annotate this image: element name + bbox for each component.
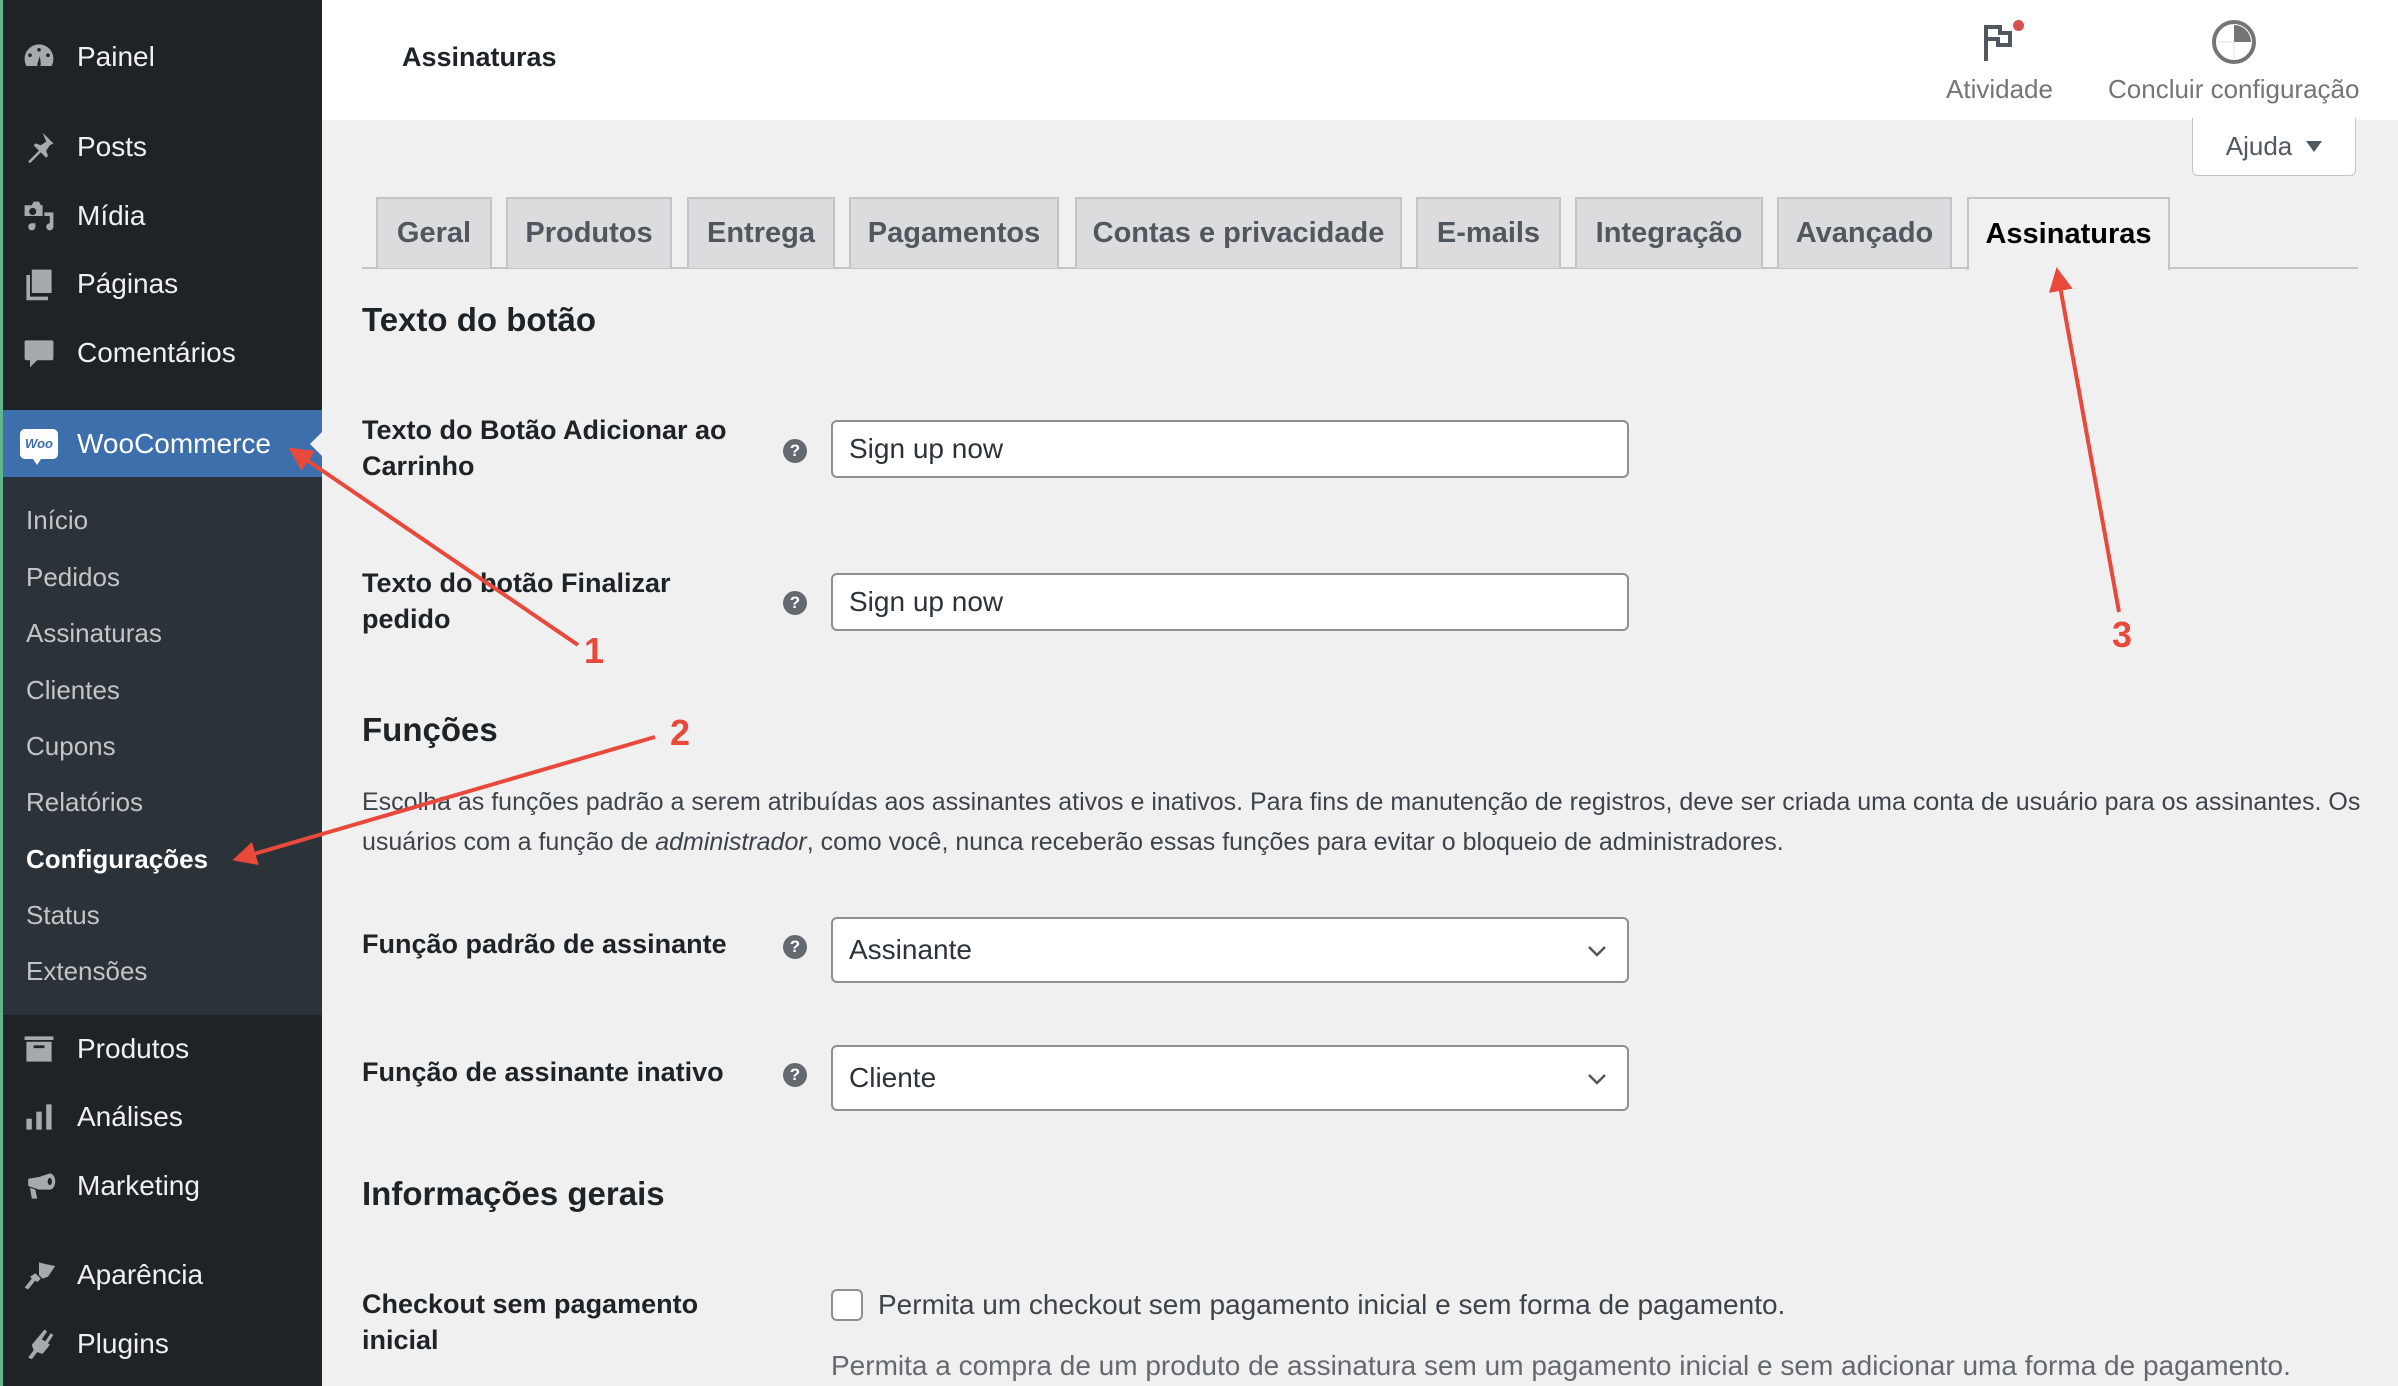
help-button-label: Ajuda <box>2225 131 2293 161</box>
sidebar-item-label: Produtos <box>77 1033 190 1064</box>
help-tip-icon[interactable]: ? <box>783 439 807 463</box>
sidebar-item-aparencia[interactable]: Aparência <box>3 1246 322 1304</box>
annotation-arrow-3 <box>2049 267 2121 613</box>
zero-checkout-checkbox-label[interactable]: Permita um checkout sem pagamento inicia… <box>878 1289 1785 1321</box>
chevron-down-icon <box>1588 1074 1606 1085</box>
woocommerce-icon: Woo <box>19 424 59 465</box>
sidebar-item-painel[interactable]: Painel <box>3 28 322 86</box>
section-title-general: Informações gerais <box>362 1175 665 1212</box>
tab-produtos[interactable]: Produtos <box>506 197 672 268</box>
sidebar-item-label: Marketing <box>77 1170 200 1201</box>
plug-icon <box>19 1324 59 1364</box>
sidebar-item-label: Mídia <box>77 200 146 231</box>
media-icon <box>19 196 59 236</box>
tab-emails[interactable]: E-mails <box>1416 197 1561 268</box>
tab-contas-privacidade[interactable]: Contas e privacidade <box>1075 197 1402 268</box>
pages-icon <box>19 264 59 304</box>
dashboard-icon <box>19 37 59 77</box>
top-header: Assinaturas Atividade Concluir configura… <box>322 0 2398 120</box>
submenu-item-relatorios[interactable]: Relatórios <box>26 782 143 822</box>
default-role-value: Assinante <box>849 934 972 965</box>
sidebar-item-posts[interactable]: Posts <box>3 118 322 176</box>
default-role-select[interactable]: Assinante <box>831 917 1629 983</box>
zero-checkout-label: Checkout sem pagamento inicial <box>362 1289 699 1355</box>
submenu-item-pedidos[interactable]: Pedidos <box>26 557 120 597</box>
annotation-number-3: 3 <box>2112 614 2133 655</box>
finish-setup-label: Concluir configuração <box>2108 74 2360 104</box>
section-title-roles: Funções <box>362 711 498 748</box>
tab-entrega[interactable]: Entrega <box>687 197 835 268</box>
sidebar-item-label: Painel <box>77 41 155 72</box>
sidebar-item-label: Análises <box>77 1101 183 1132</box>
sidebar-item-paginas[interactable]: Páginas <box>3 255 322 313</box>
sidebar-item-marketing[interactable]: Marketing <box>3 1157 322 1215</box>
sidebar-item-comentarios[interactable]: Comentários <box>3 324 322 382</box>
place-order-text-label: Texto do botão Finalizar pedido <box>362 568 671 634</box>
tab-pagamentos[interactable]: Pagamentos <box>849 197 1059 268</box>
sidebar-item-label: WooCommerce <box>77 427 271 459</box>
sidebar-item-label: Aparência <box>77 1259 204 1290</box>
submenu-item-cupons[interactable]: Cupons <box>26 726 116 766</box>
roles-description: Escolha as funções padrão a serem atribu… <box>362 782 2362 862</box>
annotation-number-1: 1 <box>584 630 605 671</box>
chevron-down-icon <box>1588 946 1606 957</box>
submenu-item-extensoes[interactable]: Extensões <box>26 951 147 991</box>
woocommerce-submenu: Início Pedidos Assinaturas Clientes Cupo… <box>3 477 322 1015</box>
sidebar-item-label: Comentários <box>77 337 236 368</box>
submenu-item-status[interactable]: Status <box>26 895 100 935</box>
megaphone-icon <box>19 1166 59 1206</box>
roles-description-text: , como você, nunca receberão essas funçõ… <box>806 828 1784 856</box>
sidebar-item-woocommerce[interactable]: Woo WooCommerce <box>3 410 322 477</box>
add-to-cart-text-label: Texto do Botão Adicionar ao Carrinho <box>362 415 727 481</box>
activity-label: Atividade <box>1946 74 2053 104</box>
pin-icon <box>19 127 59 167</box>
submenu-item-inicio[interactable]: Início <box>26 500 88 540</box>
archive-icon <box>19 1029 59 1069</box>
sidebar-item-label: Plugins <box>77 1328 169 1359</box>
flag-icon <box>1982 18 2025 66</box>
tab-avancado[interactable]: Avançado <box>1777 197 1952 268</box>
sidebar-item-midia[interactable]: Mídia <box>3 187 322 245</box>
submenu-item-clientes[interactable]: Clientes <box>26 670 120 710</box>
caret-down-icon <box>2306 141 2323 152</box>
paintbrush-icon <box>19 1255 59 1295</box>
inactive-role-label: Função de assinante inativo <box>362 1057 724 1087</box>
help-tip-icon[interactable]: ? <box>783 1063 807 1087</box>
bar-chart-icon <box>19 1097 59 1137</box>
page-title: Assinaturas <box>402 42 557 72</box>
tab-integracao[interactable]: Integração <box>1575 197 1763 268</box>
zero-checkout-checkbox[interactable] <box>831 1289 863 1321</box>
help-tip-icon[interactable]: ? <box>783 935 807 959</box>
annotation-number-2: 2 <box>670 712 691 753</box>
admin-sidebar: Painel Posts Mídia Páginas Comentários W… <box>0 0 322 1386</box>
submenu-item-assinaturas[interactable]: Assinaturas <box>26 613 162 653</box>
tab-geral[interactable]: Geral <box>376 197 492 268</box>
tab-assinaturas[interactable]: Assinaturas <box>1967 197 2170 270</box>
place-order-text-input[interactable] <box>831 573 1629 631</box>
inactive-role-select[interactable]: Cliente <box>831 1045 1629 1111</box>
sidebar-item-plugins[interactable]: Plugins <box>3 1315 322 1373</box>
notification-dot <box>2013 20 2025 31</box>
sidebar-item-analises[interactable]: Análises <box>3 1088 322 1146</box>
comments-icon <box>19 333 59 373</box>
sidebar-item-label: Posts <box>77 131 148 162</box>
submenu-item-configuracoes[interactable]: Configurações <box>26 839 208 879</box>
finish-setup-button[interactable]: Concluir configuração <box>2108 18 2359 105</box>
help-button[interactable]: Ajuda <box>2192 118 2356 176</box>
help-tip-icon[interactable]: ? <box>783 591 807 615</box>
activity-button[interactable]: Atividade <box>1946 18 2053 105</box>
roles-description-emphasis: administrador <box>655 828 807 856</box>
section-title-button-text: Texto do botão <box>362 301 597 338</box>
inactive-role-value: Cliente <box>849 1062 937 1093</box>
zero-checkout-description: Permita a compra de um produto de assina… <box>831 1350 2291 1381</box>
settings-tabs: Geral Produtos Entrega Pagamentos Contas… <box>362 197 2358 270</box>
sidebar-item-produtos[interactable]: Produtos <box>3 1020 322 1078</box>
add-to-cart-text-input[interactable] <box>831 420 1629 478</box>
sidebar-item-label: Páginas <box>77 268 179 299</box>
progress-circle-icon <box>2210 18 2258 66</box>
default-role-label: Função padrão de assinante <box>362 929 727 959</box>
